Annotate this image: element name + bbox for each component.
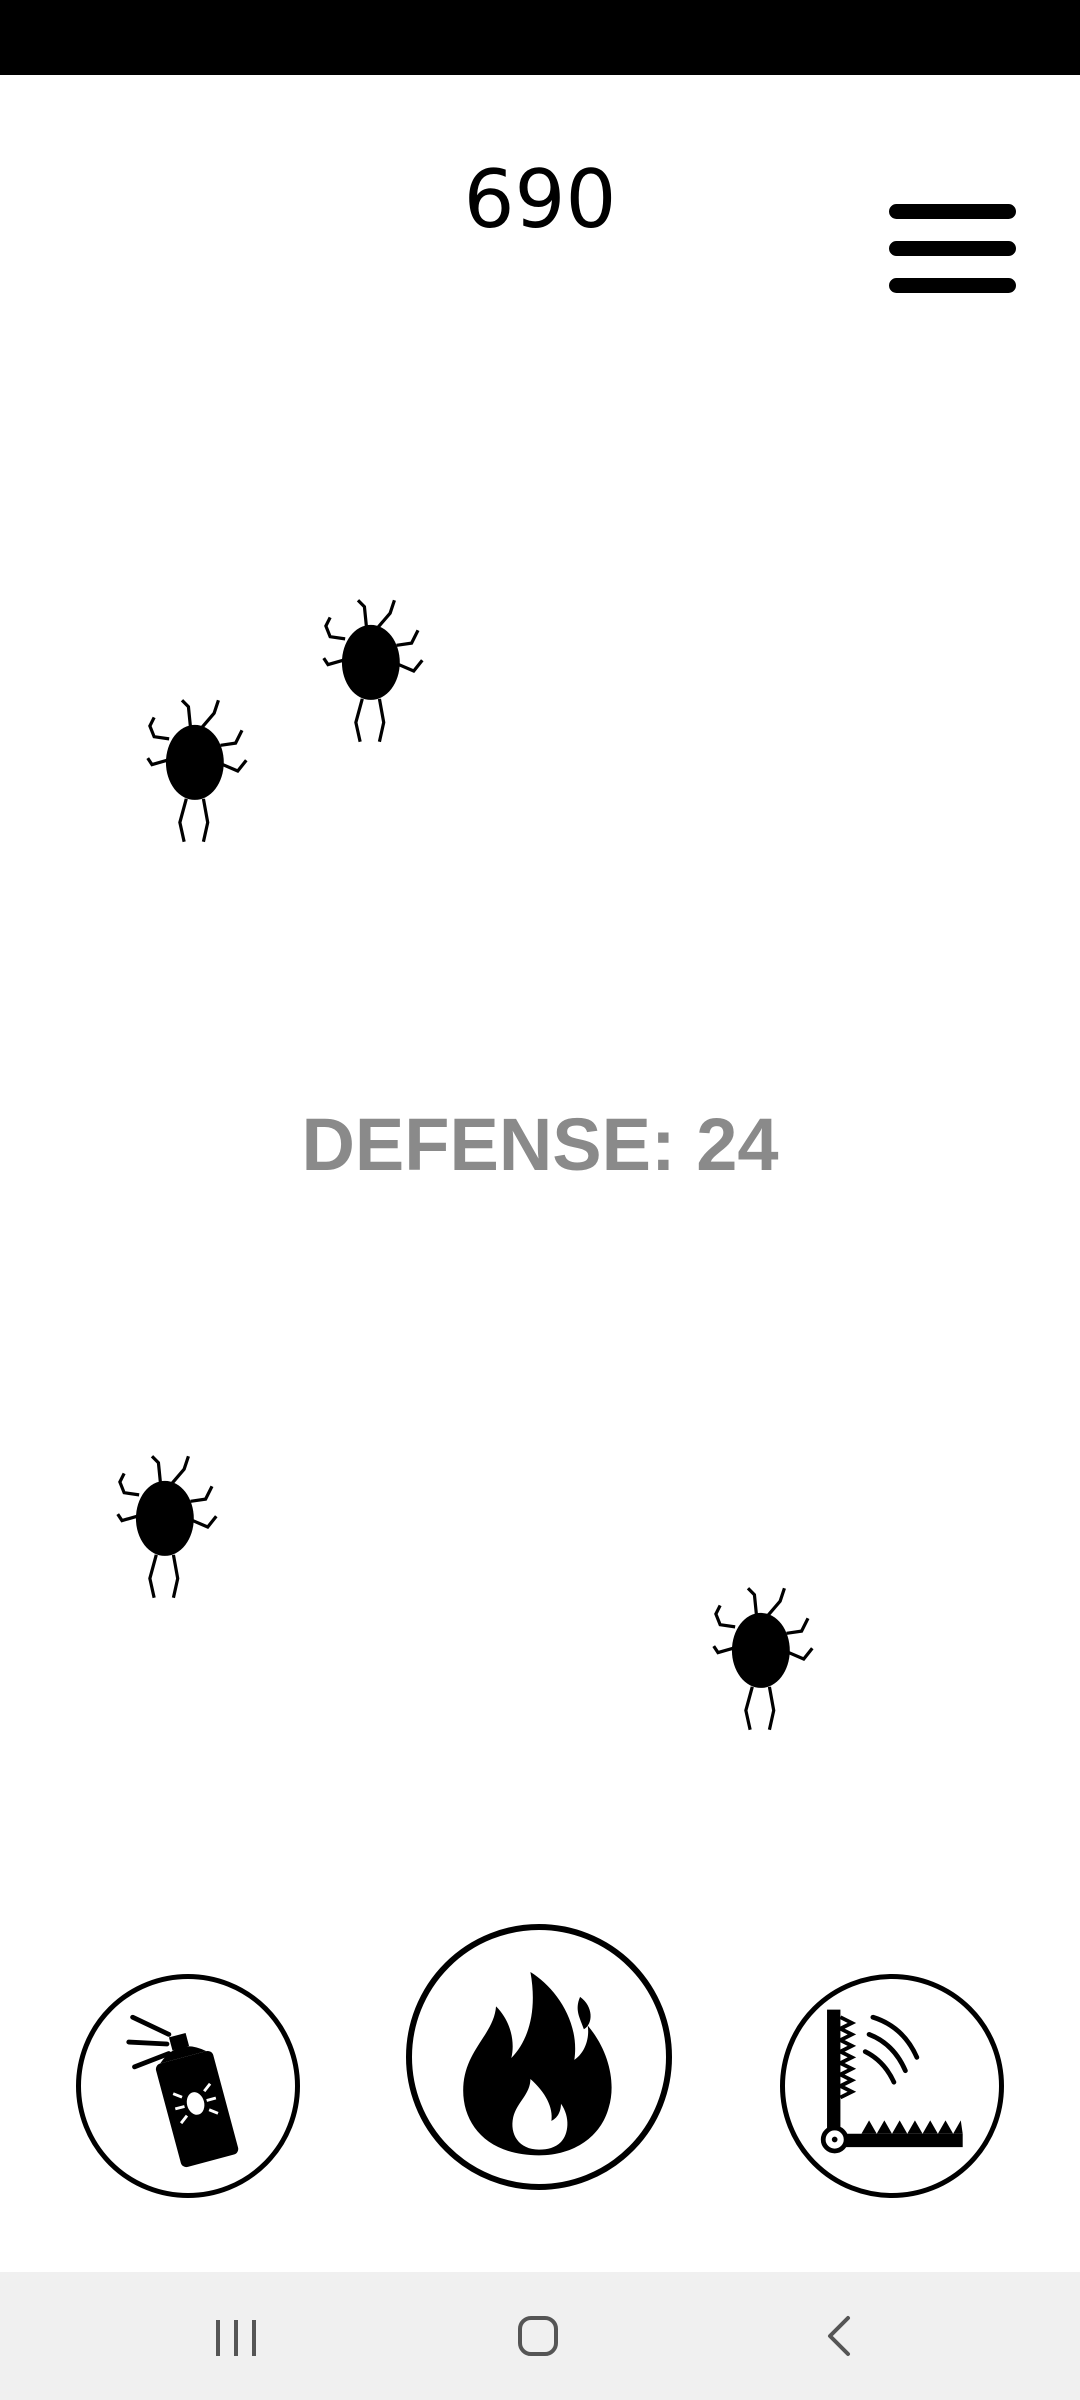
bug[interactable] [142, 696, 252, 846]
bug[interactable] [112, 1452, 222, 1602]
bug[interactable] [708, 1584, 818, 1734]
back-icon [828, 2316, 850, 2356]
bug-spray-icon [126, 2014, 239, 2168]
spray-button[interactable] [76, 1974, 300, 2198]
status-bar [0, 0, 1080, 75]
fire-icon [463, 1972, 612, 2156]
home-icon [518, 2316, 558, 2356]
home-button[interactable] [498, 2296, 578, 2376]
beetle-icon [146, 699, 248, 843]
menu-button[interactable] [885, 198, 1020, 303]
navigation-bar [0, 2272, 1080, 2400]
bug[interactable] [318, 596, 428, 746]
back-button[interactable] [800, 2296, 880, 2376]
beetle-icon [712, 1587, 814, 1731]
recent-apps-button[interactable] [196, 2296, 276, 2376]
fire-button[interactable] [406, 1924, 672, 2190]
game-screen: 690 DEFENSE: 24 [0, 0, 1080, 2400]
trap-button[interactable] [780, 1974, 1004, 2198]
score-counter: 690 [463, 153, 617, 246]
recent-apps-icon [216, 2320, 256, 2356]
beetle-icon [116, 1455, 218, 1599]
bug-trap-icon [820, 2009, 963, 2154]
defense-label: DEFENSE: 24 [301, 1103, 779, 1186]
beetle-icon [322, 599, 424, 743]
